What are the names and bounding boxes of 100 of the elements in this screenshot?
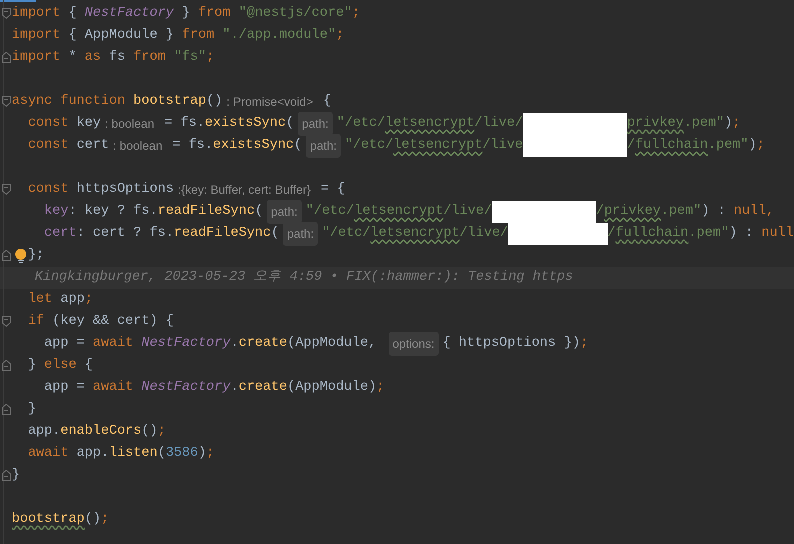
function-name: create	[238, 335, 288, 353]
function-name: listen	[109, 445, 158, 463]
inlay-hint: path:	[267, 200, 302, 224]
string-literal: privkey	[604, 203, 662, 221]
code-text: (AppModule,	[287, 335, 378, 353]
keyword: ;	[376, 379, 385, 397]
keyword: const	[28, 181, 69, 199]
keyword: ;	[336, 27, 344, 45]
code-text: (	[286, 115, 294, 133]
function-name: readFileSync	[174, 225, 272, 243]
code-text: (	[158, 445, 166, 463]
keyword: async function	[12, 93, 126, 111]
code-text: key	[76, 115, 102, 133]
string-literal: "/etc/	[306, 203, 354, 221]
code-text: fs	[109, 49, 126, 67]
code-text: )	[748, 137, 757, 155]
string-literal: .pem"	[688, 225, 730, 243]
code-text: cert	[76, 137, 110, 155]
keyword: ;	[158, 423, 166, 441]
code-text: { AppModule }	[68, 27, 176, 45]
function-name: readFileSync	[158, 203, 256, 221]
string-literal: .pem"	[684, 115, 724, 133]
function-name: enableCors	[60, 423, 142, 441]
fold-icon[interactable]	[2, 184, 11, 195]
fold-icon[interactable]	[2, 404, 11, 415]
code-text: ) :	[702, 203, 727, 221]
string-literal: /live/	[444, 203, 492, 221]
number-literal: 3586	[166, 445, 198, 463]
string-literal: .pem"	[661, 203, 702, 221]
inlay-hint: path:	[306, 134, 341, 158]
keyword: import	[12, 5, 61, 23]
keyword: ;	[206, 49, 215, 67]
keyword: if	[28, 313, 44, 331]
code-text: = fs.	[164, 115, 206, 133]
inlay-hint: options:	[388, 332, 439, 356]
keyword: ;	[206, 445, 215, 463]
function-name: bootstrap	[12, 511, 85, 529]
lightbulb-icon[interactable]	[15, 249, 27, 263]
code-text: ()	[84, 511, 102, 529]
keyword: await	[93, 379, 135, 397]
code-text: (AppModule)	[287, 379, 377, 397]
code-text: ()	[206, 93, 223, 111]
string-literal: /live	[482, 137, 524, 155]
string-literal: "/etc/	[322, 225, 371, 243]
inlay-hint: : Promise<void>	[226, 94, 314, 111]
code-text: {	[84, 357, 94, 375]
fold-icon[interactable]	[2, 250, 11, 261]
property-name: key	[44, 203, 69, 221]
code-text: .	[230, 379, 239, 397]
code-text: {	[68, 5, 78, 23]
class-name: NestFactory	[142, 335, 231, 353]
code-text: }	[28, 401, 36, 419]
function-name: existsSync	[205, 115, 286, 133]
code-text: *	[68, 49, 78, 67]
code-text: { httpsOptions })	[442, 335, 580, 353]
string-literal: fullchain	[616, 225, 689, 243]
string-literal: letsencrypt	[385, 115, 475, 133]
code-text: app.	[76, 445, 110, 463]
fold-icon[interactable]	[2, 316, 11, 327]
string-literal: letsencrypt	[354, 203, 444, 221]
code-text: : key ? fs.	[68, 203, 158, 221]
code-text: {	[323, 93, 332, 111]
class-name: NestFactory	[142, 379, 231, 397]
keyword: from	[198, 5, 232, 23]
fold-icon[interactable]	[2, 8, 11, 19]
inlay-hint: : boolean	[105, 116, 155, 133]
keyword: ;	[352, 5, 360, 23]
inlay-hint: path:	[298, 112, 333, 136]
fold-icon[interactable]	[2, 52, 11, 63]
class-name: NestFactory	[84, 5, 174, 23]
function-name: existsSync	[213, 137, 294, 155]
keyword: else	[44, 357, 77, 375]
keyword: as	[84, 49, 102, 67]
string-literal: "/etc/	[336, 115, 386, 133]
string-literal: /	[608, 225, 616, 243]
keyword: const	[28, 137, 69, 155]
code-text: }	[12, 467, 20, 485]
code-text: app =	[44, 335, 86, 353]
fold-icon[interactable]	[2, 470, 11, 481]
code-text: app =	[44, 379, 86, 397]
string-literal: privkey	[627, 115, 684, 133]
keyword: null,	[734, 203, 774, 221]
string-literal: /	[627, 137, 636, 155]
code-text: }	[182, 5, 192, 23]
code-text: : cert ? fs.	[76, 225, 174, 243]
code-text: ()	[142, 423, 158, 441]
string-literal: fullchain	[635, 137, 708, 155]
string-literal: /live/	[474, 115, 524, 133]
fold-icon[interactable]	[2, 360, 11, 371]
inlay-hint: :{key: Buffer, cert: Buffer}	[178, 182, 312, 199]
active-tab-indicator	[0, 0, 36, 2]
code-text: = {	[321, 181, 346, 199]
code-text: ) :	[729, 225, 754, 243]
keyword: ;	[732, 115, 741, 133]
fold-icon[interactable]	[2, 96, 11, 107]
code-text: app	[60, 291, 85, 309]
string-literal: /	[596, 203, 604, 221]
keyword: const	[28, 115, 69, 133]
keyword: ;	[84, 291, 94, 309]
string-literal: "fs"	[174, 49, 206, 67]
